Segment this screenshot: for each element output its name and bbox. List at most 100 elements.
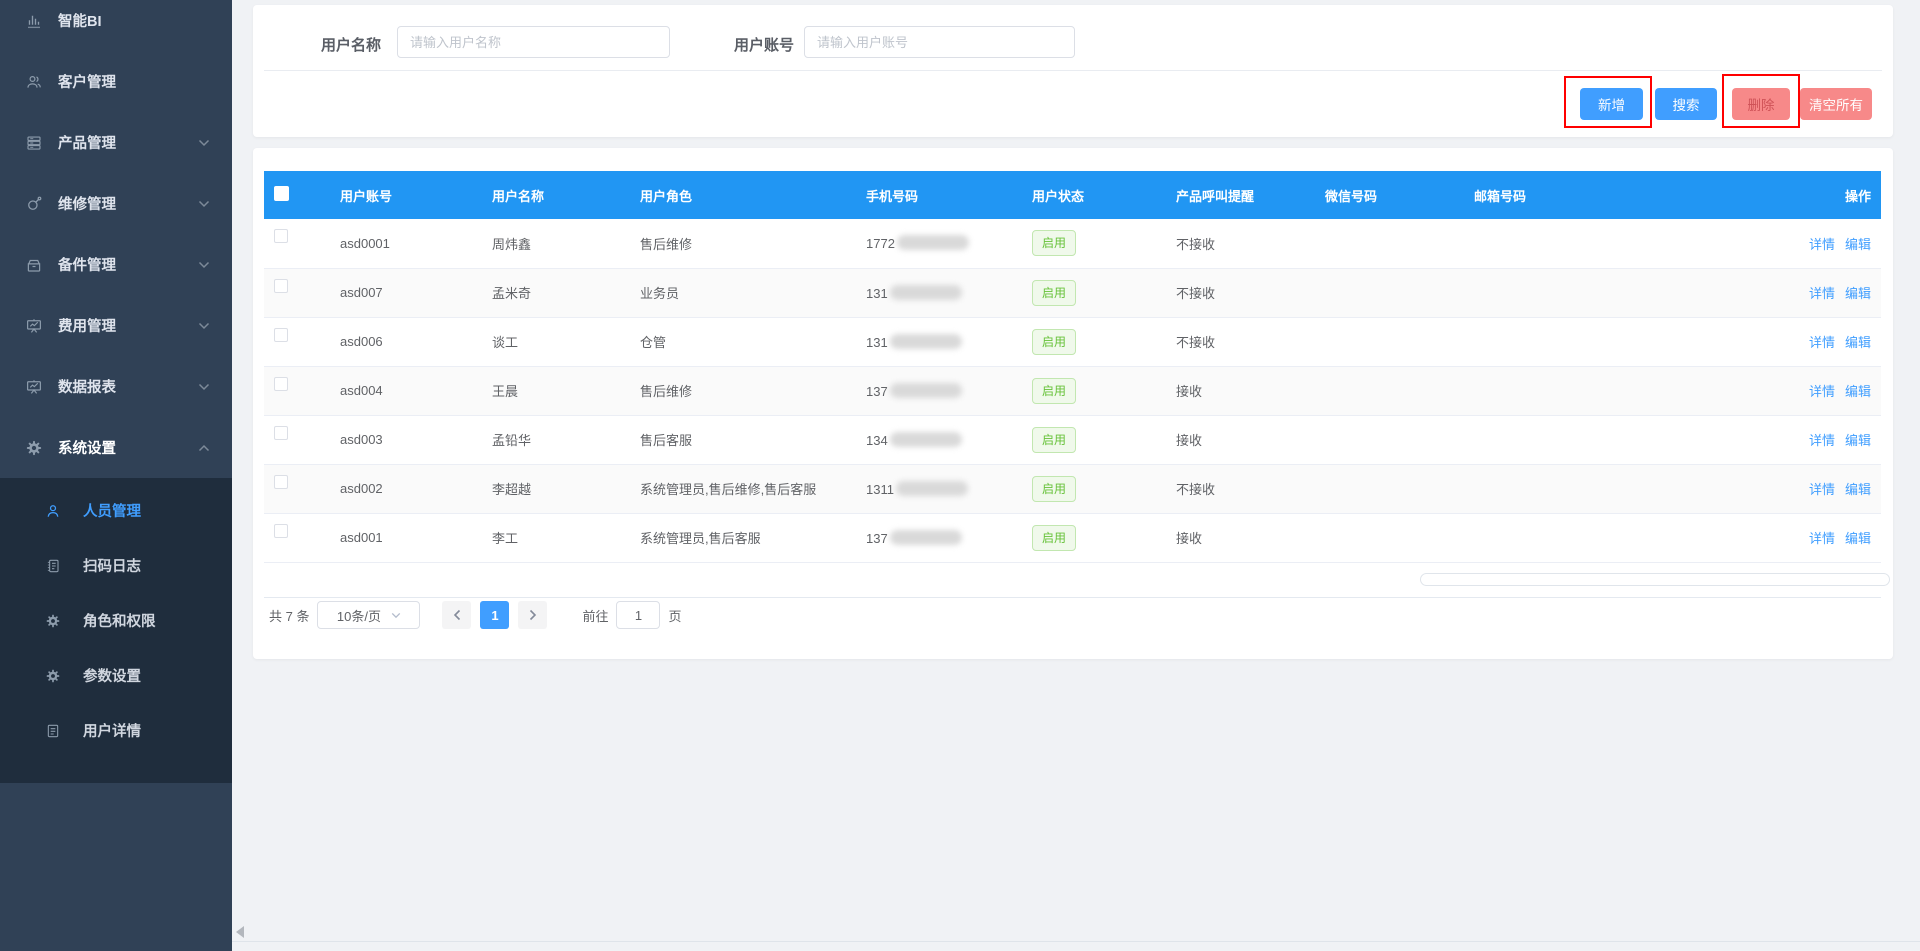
- clear-all-button[interactable]: 清空所有: [1800, 88, 1872, 120]
- table-row: asd0001周炜鑫售后维修1772启用不接收详情编辑: [264, 219, 1881, 268]
- cell-role: 仓管: [630, 317, 856, 366]
- cell-status: 启用: [1022, 268, 1166, 317]
- row-checkbox[interactable]: [274, 328, 288, 342]
- column-header: 微信号码: [1315, 171, 1464, 219]
- table-row: asd004王晨售后维修137启用接收详情编辑: [264, 366, 1881, 415]
- journal-icon: [45, 558, 61, 574]
- sidebar-subitem-user-detail[interactable]: 用户详情: [0, 703, 232, 758]
- sidebar-item-customer-mgmt[interactable]: 客户管理: [0, 51, 232, 112]
- cell-role: 业务员: [630, 268, 856, 317]
- goto-page-input[interactable]: [616, 601, 660, 629]
- cell-account: asd002: [330, 464, 482, 513]
- sidebar-item-expense-mgmt[interactable]: 费用管理: [0, 295, 232, 356]
- sidebar-subitem-label: 扫码日志: [83, 555, 141, 576]
- detail-link[interactable]: 详情: [1809, 237, 1835, 252]
- cell-notify: 不接收: [1166, 317, 1315, 366]
- sidebar-item-spare-parts-mgmt[interactable]: 备件管理: [0, 234, 232, 295]
- edit-link[interactable]: 编辑: [1845, 384, 1871, 399]
- edit-link[interactable]: 编辑: [1845, 286, 1871, 301]
- cell-wechat: [1315, 415, 1464, 464]
- add-button[interactable]: 新增: [1580, 88, 1643, 120]
- goto-label: 前往: [582, 606, 608, 625]
- table-row: asd007孟米奇业务员131启用不接收详情编辑: [264, 268, 1881, 317]
- sidebar-item-product-mgmt[interactable]: 产品管理: [0, 112, 232, 173]
- cell-email: [1464, 317, 1624, 366]
- edit-link[interactable]: 编辑: [1845, 433, 1871, 448]
- table-row: asd003孟铅华售后客服134启用接收详情编辑: [264, 415, 1881, 464]
- detail-link[interactable]: 详情: [1809, 433, 1835, 448]
- sidebar-subitem-scan-log[interactable]: 扫码日志: [0, 538, 232, 593]
- column-header: 邮箱号码: [1464, 171, 1624, 219]
- total-count-label: 共 7 条: [269, 606, 309, 625]
- row-checkbox[interactable]: [274, 426, 288, 440]
- phone-redaction-blur: [890, 383, 962, 398]
- sidebar-item-label: 系统设置: [58, 437, 116, 458]
- table-row: asd001李工系统管理员,售后客服137启用接收详情编辑: [264, 513, 1881, 562]
- cell-wechat: [1315, 464, 1464, 513]
- page-number-button[interactable]: 1: [480, 601, 509, 629]
- gear-icon: [25, 439, 43, 457]
- column-header: 手机号码: [856, 171, 1022, 219]
- row-checkbox[interactable]: [274, 279, 288, 293]
- cell-role: 系统管理员,售后维修,售后客服: [630, 464, 856, 513]
- detail-link[interactable]: 详情: [1809, 384, 1835, 399]
- cell-wechat: [1315, 513, 1464, 562]
- edit-link[interactable]: 编辑: [1845, 482, 1871, 497]
- chevron-down-icon: [198, 322, 210, 330]
- row-checkbox[interactable]: [274, 229, 288, 243]
- prev-page-button[interactable]: [442, 601, 471, 629]
- cell-role: 售后客服: [630, 415, 856, 464]
- account-input[interactable]: [804, 26, 1075, 58]
- detail-link[interactable]: 详情: [1809, 482, 1835, 497]
- phone-prefix: 1311: [866, 482, 894, 497]
- cell-wechat: [1315, 219, 1464, 268]
- page-size-select[interactable]: 10条/页: [317, 601, 420, 629]
- gear-icon: [45, 668, 61, 684]
- sidebar-item-label: 备件管理: [58, 254, 116, 275]
- account-label: 用户账号: [734, 34, 794, 55]
- search-button[interactable]: 搜索: [1655, 88, 1717, 120]
- page-size-value: 10条/页: [337, 606, 381, 625]
- sidebar-subitem-parameter-settings[interactable]: 参数设置: [0, 648, 232, 703]
- edit-link[interactable]: 编辑: [1845, 531, 1871, 546]
- sidebar-subitem-roles-permissions[interactable]: 角色和权限: [0, 593, 232, 648]
- sidebar-item-system-settings[interactable]: 系统设置: [0, 417, 232, 478]
- cell-status: 启用: [1022, 219, 1166, 268]
- phone-redaction-blur: [896, 481, 968, 496]
- detail-link[interactable]: 详情: [1809, 286, 1835, 301]
- cell-name: 周炜鑫: [482, 219, 630, 268]
- edit-link[interactable]: 编辑: [1845, 335, 1871, 350]
- delete-button[interactable]: 删除: [1732, 88, 1790, 120]
- next-page-button[interactable]: [518, 601, 547, 629]
- cell-name: 谈工: [482, 317, 630, 366]
- collapse-left-arrow-icon[interactable]: [236, 926, 244, 938]
- status-badge: 启用: [1032, 230, 1076, 256]
- horizontal-scrollbar[interactable]: [1420, 573, 1890, 586]
- row-checkbox[interactable]: [274, 377, 288, 391]
- cell-name: 孟铅华: [482, 415, 630, 464]
- row-checkbox[interactable]: [274, 524, 288, 538]
- sidebar-item-smart-bi[interactable]: 智能BI: [0, 0, 232, 51]
- sidebar-item-data-reports[interactable]: 数据报表: [0, 356, 232, 417]
- sidebar-item-repair-mgmt[interactable]: 维修管理: [0, 173, 232, 234]
- cell-email: [1464, 464, 1624, 513]
- cell-actions: 详情编辑: [1624, 366, 1881, 415]
- edit-link[interactable]: 编辑: [1845, 237, 1871, 252]
- pagination: 共 7 条 10条/页 1 前往 页: [264, 601, 682, 629]
- sidebar-subitem-personnel-mgmt[interactable]: 人员管理: [0, 483, 232, 538]
- filter-card: 用户名称 用户账号 新增 搜索 删除 清空所有: [253, 5, 1893, 137]
- status-badge: 启用: [1032, 280, 1076, 306]
- cell-phone: 137: [856, 366, 1022, 415]
- cell-name: 李超越: [482, 464, 630, 513]
- cell-notify: 不接收: [1166, 268, 1315, 317]
- cell-account: asd001: [330, 513, 482, 562]
- user-icon: [45, 503, 61, 519]
- detail-link[interactable]: 详情: [1809, 531, 1835, 546]
- status-badge: 启用: [1032, 476, 1076, 502]
- row-checkbox[interactable]: [274, 475, 288, 489]
- select-all-checkbox[interactable]: [274, 186, 289, 201]
- detail-link[interactable]: 详情: [1809, 335, 1835, 350]
- sidebar-subitem-label: 角色和权限: [83, 610, 156, 631]
- username-input[interactable]: [397, 26, 670, 58]
- divider: [264, 597, 1881, 598]
